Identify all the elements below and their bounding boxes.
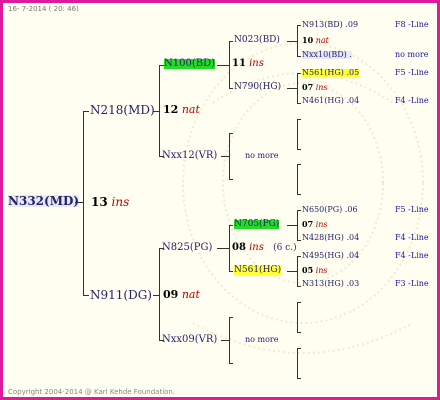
- id: N650(PG): [302, 205, 343, 214]
- bee-gen3-c[interactable]: N825(PG): [162, 243, 212, 253]
- tag: ins: [315, 220, 328, 229]
- bee-gen3-b[interactable]: Nxx12(VR): [162, 151, 217, 161]
- bee-gen3-d[interactable]: Nxx09(VR): [162, 335, 217, 345]
- tag: ins: [249, 58, 264, 69]
- line-gen5-4: F4 -Line: [395, 96, 429, 105]
- gen5-year-3: 07 ins: [302, 220, 328, 229]
- id: N561(HG): [302, 68, 344, 77]
- year: 10: [302, 35, 314, 45]
- bee-gen1[interactable]: N332(MD): [8, 195, 80, 207]
- bee-gen4-a[interactable]: N023(BD): [234, 36, 280, 45]
- gen5-year-4: 05 ins: [302, 266, 328, 275]
- gen3c-year-info: 08 ins (6 c.): [232, 243, 297, 253]
- header-date: 16- 7-2014 ( 20: 46): [8, 5, 79, 13]
- year: .04: [346, 251, 360, 260]
- line-gen5-1: F8 -Line: [395, 20, 429, 29]
- bee-gen5-2[interactable]: Nxx10(BD) .: [302, 51, 352, 59]
- bee-gen5-6[interactable]: N428(HG) .04: [302, 234, 359, 242]
- id: N461(HG): [302, 96, 344, 105]
- gen5-year-2: 07 ins: [302, 83, 328, 92]
- tag: ins: [111, 195, 130, 209]
- bee-gen5-3[interactable]: N561(HG) .05: [302, 68, 360, 77]
- tag: ins: [315, 266, 328, 275]
- count-note: (6 c.): [273, 243, 297, 253]
- tag: nat: [315, 36, 329, 45]
- gen1-year-info: 13 ins: [91, 196, 129, 208]
- gen2a-year-info: 12 nat: [163, 104, 200, 115]
- year: 09: [163, 288, 179, 301]
- line-gen5-6: F4 -Line: [395, 233, 429, 242]
- year: 07: [302, 219, 314, 229]
- gen2b-year-info: 09 nat: [163, 289, 200, 300]
- bee-gen5-1[interactable]: N913(BD) .09: [302, 21, 358, 29]
- pedigree-frame: 16- 7-2014 ( 20: 46) N332(MD) 13 ins N21…: [0, 0, 440, 400]
- bee-gen2-a[interactable]: N218(MD): [90, 104, 155, 116]
- footer-copyright: Copyright 2004-2014 @ Karl Kehde Foundat…: [8, 388, 176, 396]
- bee-gen5-5[interactable]: N650(PG) .06: [302, 206, 358, 214]
- year: .09: [345, 20, 359, 29]
- tag: nat: [181, 103, 200, 116]
- no-more-gen4-d: no more: [245, 335, 279, 344]
- line-gen5-2: no more: [395, 50, 429, 59]
- bee-gen4-d[interactable]: N561(HG): [234, 266, 282, 275]
- bee-gen5-7[interactable]: N495(HG) .04: [302, 252, 359, 260]
- gen3a-year-info: 11 ins: [232, 59, 264, 69]
- bee-gen4-b[interactable]: N790(HG): [234, 83, 281, 92]
- bee-gen3-a[interactable]: N100(BD): [164, 59, 216, 69]
- id: N313(HG): [302, 279, 344, 288]
- year: 05: [302, 265, 314, 275]
- id: Nxx10(BD): [302, 50, 347, 59]
- year: 07: [302, 82, 314, 92]
- bee-gen5-4[interactable]: N461(HG) .04: [302, 97, 359, 105]
- year: .04: [346, 233, 360, 242]
- year: .: [349, 50, 352, 59]
- year: 11: [232, 58, 246, 69]
- tag: ins: [249, 242, 264, 253]
- gen5-year-1: 10 nat: [302, 36, 329, 45]
- bee-gen5-8[interactable]: N313(HG) .03: [302, 280, 359, 288]
- year: 08: [232, 242, 246, 253]
- tag: nat: [181, 288, 200, 301]
- line-gen5-5: F5 -Line: [395, 205, 429, 214]
- line-gen5-7: F4 -Line: [395, 251, 429, 260]
- line-gen5-8: F3 -Line: [395, 279, 429, 288]
- tag: ins: [315, 83, 328, 92]
- no-more-gen4-b: no more: [245, 151, 279, 160]
- year: 13: [91, 195, 108, 209]
- bee-gen4-c[interactable]: N705(PG): [234, 220, 280, 229]
- bee-gen2-b[interactable]: N911(DG): [90, 289, 152, 301]
- year: .03: [346, 279, 360, 288]
- id: N428(HG): [302, 233, 344, 242]
- year: .04: [346, 96, 360, 105]
- line-gen5-3: F5 -Line: [395, 68, 429, 77]
- year: .05: [346, 68, 360, 77]
- id: N913(BD): [302, 20, 343, 29]
- year: 12: [163, 103, 179, 116]
- year: .06: [344, 205, 358, 214]
- id: N495(HG): [302, 251, 344, 260]
